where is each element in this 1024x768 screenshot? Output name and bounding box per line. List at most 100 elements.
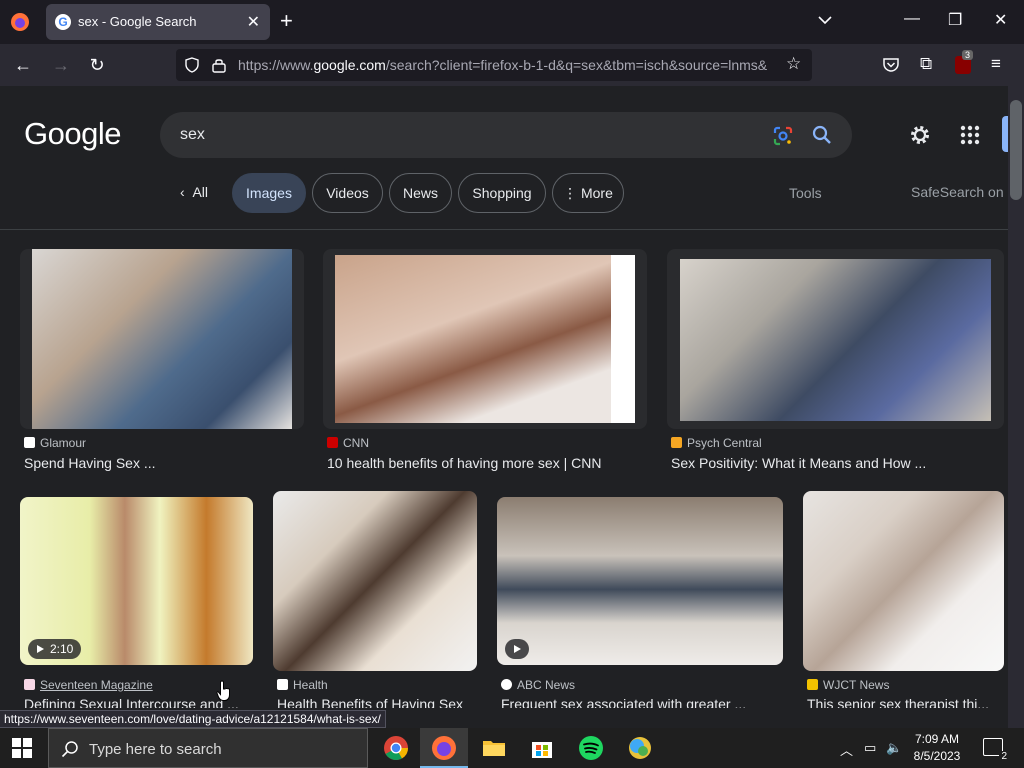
scrollbar-thumb[interactable] bbox=[1010, 100, 1022, 200]
result-source[interactable]: WJCT News bbox=[807, 678, 889, 692]
result-caption[interactable]: Spend Having Sex ... bbox=[24, 455, 304, 471]
more-vertical-dots-icon: ⋮ bbox=[563, 185, 581, 201]
video-duration-badge: 2:10 bbox=[28, 639, 82, 659]
wjct-favicon-icon bbox=[807, 679, 818, 690]
page-scrollbar[interactable] bbox=[1008, 86, 1024, 728]
thumbnail-image bbox=[680, 259, 991, 421]
ublock-origin-icon[interactable]: 3 bbox=[955, 50, 974, 74]
firefox-taskbar-icon bbox=[432, 736, 456, 760]
restore-icon[interactable]: ❐ bbox=[948, 10, 962, 30]
result-caption[interactable]: This senior sex therapist thi... bbox=[807, 696, 1004, 708]
result-thumbnail[interactable]: 2:10 bbox=[20, 497, 253, 665]
padlock-icon[interactable] bbox=[212, 57, 226, 73]
chip-images[interactable]: Images bbox=[232, 173, 306, 213]
video-play-badge bbox=[505, 639, 529, 659]
google-favicon-icon: G bbox=[55, 14, 71, 30]
clock-time: 7:09 AM bbox=[914, 732, 960, 746]
taskbar-clock[interactable]: 7:09 AM 8/5/2023 bbox=[905, 731, 969, 765]
chevron-left-icon: ‹ bbox=[179, 184, 193, 200]
link-status-bar: https://www.seventeen.com/love/dating-ad… bbox=[0, 710, 386, 728]
result-caption[interactable]: 10 health benefits of having more sex | … bbox=[327, 455, 647, 471]
microsoft-store-taskbar-icon[interactable] bbox=[528, 734, 556, 762]
taskbar-search-box[interactable]: Type here to search bbox=[48, 728, 368, 768]
back-arrow-icon[interactable]: ← bbox=[12, 54, 34, 76]
tab-google-search[interactable]: G sex - Google Search ✕ bbox=[46, 4, 270, 40]
taskbar-search-placeholder: Type here to search bbox=[89, 741, 222, 758]
window-close-icon[interactable]: ✕ bbox=[994, 10, 1007, 30]
spotify-taskbar-icon[interactable] bbox=[577, 734, 605, 762]
reload-icon[interactable]: ↻ bbox=[86, 54, 108, 76]
google-apps-grid-icon[interactable] bbox=[958, 123, 982, 147]
image-result-1[interactable]: Glamour Spend Having Sex ... bbox=[20, 249, 304, 479]
result-thumbnail[interactable] bbox=[803, 491, 1004, 671]
google-logo[interactable]: Google bbox=[24, 116, 121, 152]
result-thumbnail[interactable] bbox=[667, 249, 1004, 429]
windows-taskbar: Type here to search ︿ ▭ 🔈 7:09 AM 8/5/20… bbox=[0, 728, 1024, 768]
result-caption[interactable]: Frequent sex associated with greater ... bbox=[501, 696, 783, 708]
thumbnail-image bbox=[32, 249, 292, 429]
glamour-favicon-icon bbox=[24, 437, 35, 448]
extensions-puzzle-icon[interactable]: ⧉ bbox=[920, 54, 932, 74]
result-source[interactable]: Psych Central bbox=[671, 436, 762, 450]
image-result-5[interactable]: Health Health Benefits of Having Sex bbox=[273, 491, 477, 727]
minimize-icon[interactable]: — bbox=[904, 10, 920, 28]
result-source[interactable]: Seventeen Magazine bbox=[24, 678, 153, 692]
result-thumbnail[interactable] bbox=[323, 249, 647, 429]
result-thumbnail[interactable] bbox=[497, 497, 783, 665]
chip-videos[interactable]: Videos bbox=[312, 173, 383, 213]
notification-center-icon[interactable]: 2 bbox=[983, 738, 1009, 762]
header-divider bbox=[0, 229, 1008, 230]
settings-gear-icon[interactable] bbox=[908, 123, 932, 147]
result-caption[interactable]: Sex Positivity: What it Means and How ..… bbox=[671, 455, 1004, 471]
show-hidden-icons-chevron-icon[interactable]: ︿ bbox=[840, 740, 853, 759]
image-result-2[interactable]: CNN 10 health benefits of having more se… bbox=[323, 249, 647, 479]
pocket-icon[interactable] bbox=[882, 56, 900, 74]
tab-strip: G sex - Google Search ✕ + — ❐ ✕ bbox=[0, 0, 1024, 44]
forward-arrow-icon[interactable]: → bbox=[50, 54, 72, 76]
file-explorer-taskbar-icon[interactable] bbox=[480, 734, 508, 762]
volume-icon[interactable]: 🔈 bbox=[886, 740, 902, 756]
windows-start-icon[interactable] bbox=[12, 738, 32, 758]
result-source[interactable]: Health bbox=[277, 678, 328, 692]
chip-more[interactable]: ⋮ More bbox=[552, 173, 624, 213]
image-result-6[interactable]: ABC News Frequent sex associated with gr… bbox=[497, 497, 783, 727]
taskbar-search-icon bbox=[61, 741, 78, 758]
chip-all[interactable]: ‹ All bbox=[168, 173, 220, 213]
bookmark-star-icon[interactable]: ☆ bbox=[786, 54, 801, 74]
result-thumbnail[interactable] bbox=[273, 491, 477, 671]
psych-central-favicon-icon bbox=[671, 437, 682, 448]
image-result-7[interactable]: WJCT News This senior sex therapist thi.… bbox=[803, 491, 1004, 727]
search-query[interactable]: sex bbox=[180, 126, 205, 144]
hand-pointer-cursor-icon bbox=[216, 680, 230, 701]
chrome-taskbar-icon[interactable] bbox=[382, 734, 410, 762]
health-favicon-icon bbox=[277, 679, 288, 690]
list-all-tabs-chevron-icon[interactable] bbox=[817, 12, 833, 28]
chip-news[interactable]: News bbox=[389, 173, 452, 213]
search-magnifier-icon[interactable] bbox=[812, 125, 832, 145]
extension-badge: 3 bbox=[962, 50, 974, 60]
app-taskbar-icon[interactable] bbox=[626, 734, 654, 762]
google-lens-icon[interactable] bbox=[772, 125, 794, 147]
hamburger-menu-icon[interactable]: ≡ bbox=[991, 54, 1001, 74]
abc-news-favicon-icon bbox=[501, 679, 512, 690]
chip-shopping[interactable]: Shopping bbox=[458, 173, 546, 213]
navigation-toolbar: ← → ↻ https://www.google.com/search?clie… bbox=[0, 44, 1024, 86]
result-source[interactable]: ABC News bbox=[501, 678, 575, 692]
google-images-page: Google sex ‹ All Images Videos News Shop… bbox=[0, 86, 1008, 728]
result-source[interactable]: CNN bbox=[327, 436, 369, 450]
tracking-shield-icon[interactable] bbox=[184, 57, 200, 73]
new-tab-plus-icon[interactable]: + bbox=[280, 8, 293, 34]
firefox-taskbar-active[interactable] bbox=[420, 728, 468, 768]
result-thumbnail[interactable] bbox=[20, 249, 304, 429]
network-icon[interactable]: ▭ bbox=[864, 740, 876, 756]
result-source[interactable]: Glamour bbox=[24, 436, 86, 450]
image-result-3[interactable]: Psych Central Sex Positivity: What it Me… bbox=[667, 249, 1004, 479]
thumbnail-frame bbox=[335, 255, 635, 423]
tab-close-icon[interactable]: ✕ bbox=[247, 12, 260, 32]
address-bar[interactable]: https://www.google.com/search?client=fir… bbox=[176, 49, 812, 81]
result-caption[interactable]: Health Benefits of Having Sex bbox=[277, 696, 477, 708]
search-box[interactable]: sex bbox=[160, 112, 852, 158]
firefox-view-icon[interactable] bbox=[8, 10, 32, 34]
tools-button[interactable]: Tools bbox=[789, 185, 822, 201]
safesearch-button[interactable]: SafeSearch on bbox=[911, 184, 1004, 200]
